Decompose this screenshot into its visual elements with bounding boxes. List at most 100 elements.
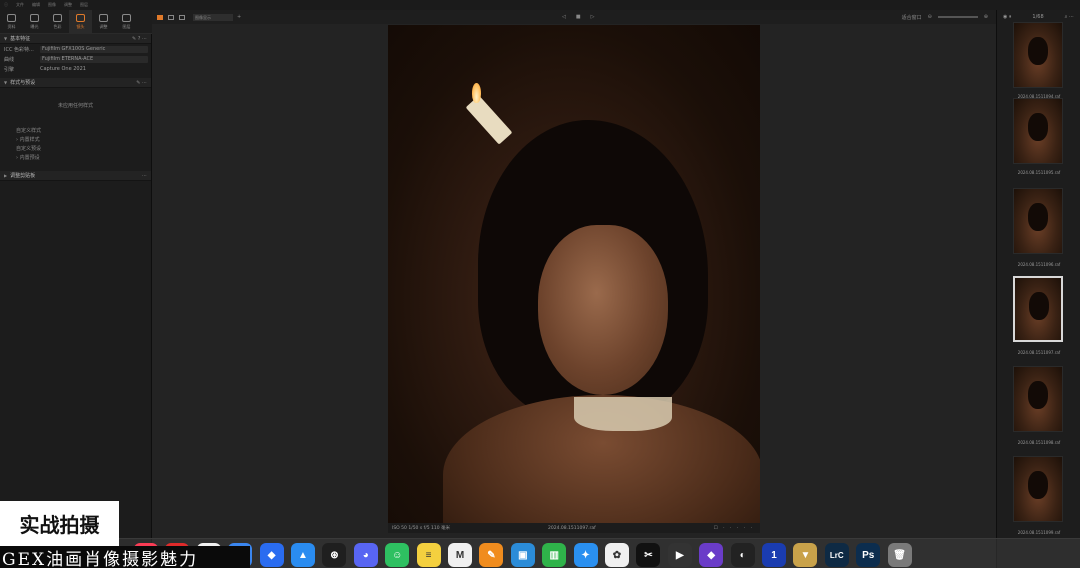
capcut-icon[interactable]: ✂: [636, 543, 661, 567]
menu-bar: ⓘ 文件 编辑 图像 调整 图层: [0, 0, 1080, 10]
zoom-controls: 适合窗口 ⊖ ⊕: [902, 14, 988, 21]
thumbnail[interactable]: [1013, 98, 1063, 164]
add-icon[interactable]: +: [237, 14, 241, 20]
row-label: ICC 色彩特...: [4, 46, 34, 53]
zoom-slider[interactable]: [937, 16, 978, 18]
tool-tab-adjust[interactable]: 调整: [92, 10, 115, 34]
single-view-icon[interactable]: [168, 14, 174, 20]
rating-stars[interactable]: ☐ · · · · ·: [714, 526, 754, 531]
final-cut-icon[interactable]: ▶: [667, 543, 692, 567]
capture-one-icon[interactable]: ◐: [730, 543, 755, 567]
photo-choker: [574, 397, 672, 431]
section-title: 样式与预设: [10, 80, 36, 86]
menu-item[interactable]: 调整: [64, 2, 72, 8]
chevron-right-icon: ▶: [4, 173, 8, 178]
thumbnail-caption: 2024.08.1511098.raf: [1017, 440, 1061, 445]
zoom-in-icon[interactable]: ⊕: [984, 14, 988, 20]
image-viewer: 图像显示 + ◁ ■ ▷ 适合窗口 ⊖ ⊕ ISO 50 1/50 s f/5 …: [152, 10, 996, 568]
library-icon: [7, 14, 16, 22]
row-label: 曲线: [4, 56, 15, 63]
layout-select[interactable]: 图像显示: [193, 13, 233, 21]
pages-icon[interactable]: ✎: [479, 543, 504, 567]
section-styles-presets[interactable]: ▼ 样式与预设 ✎ ⋯: [0, 78, 151, 88]
photos-icon[interactable]: ✿: [605, 543, 629, 567]
thumbnail-caption: 2024.08.1511097.raf: [1017, 350, 1061, 355]
1password-icon[interactable]: 1: [762, 543, 786, 567]
thumbnail[interactable]: [1013, 366, 1063, 432]
safari-icon[interactable]: ✦: [573, 543, 598, 567]
row-label: 引擎: [4, 66, 15, 73]
tree-item[interactable]: 自定义样式: [16, 127, 151, 136]
final-draft-icon[interactable]: ▼: [793, 543, 818, 567]
main-photo[interactable]: [388, 25, 760, 523]
photo-flame: [472, 83, 481, 103]
zoom-out-icon[interactable]: ⊖: [928, 14, 932, 20]
menu-item[interactable]: 编辑: [32, 2, 40, 8]
thumbnail[interactable]: [1013, 188, 1063, 254]
marginnote-icon[interactable]: M: [448, 543, 472, 567]
keynote-icon[interactable]: ▣: [510, 543, 535, 567]
tree-item[interactable]: › 内置预设: [16, 154, 151, 163]
section-title: 调整剪贴板: [10, 173, 36, 179]
lightroom-icon[interactable]: LrC: [824, 543, 849, 567]
filmstrip: ◉ ⏸ 1/68 ⌕ ⋯ 2024.08.1511094.raf 2024.08…: [996, 10, 1080, 568]
photo-face: [538, 225, 668, 395]
tool-tab-color[interactable]: 色彩: [46, 10, 69, 34]
thumbnail[interactable]: [1013, 456, 1063, 522]
search-icon[interactable]: ⌕ ⋯: [1065, 14, 1074, 20]
chatgpt-icon[interactable]: ⊛: [322, 543, 347, 567]
tool-tabs: 资料 曝光 色彩 镜头 调整 图层: [0, 10, 152, 34]
wechat-icon[interactable]: ☺: [385, 543, 410, 567]
dock: ♫yd⚡◎◆▲⊛◕☺≡M✎▣▥✦✿✂▶◆◐1▼LrCPs🗑: [118, 538, 1080, 568]
no-style-note: 未应用任何样式: [57, 103, 93, 109]
thumbnail[interactable]: [1013, 22, 1063, 88]
lens-icon: [76, 14, 85, 22]
menu-item[interactable]: 文件: [16, 2, 24, 8]
tool-tab-lens[interactable]: 镜头: [69, 10, 92, 34]
next-icon[interactable]: ▷: [591, 14, 595, 20]
prev-icon[interactable]: ◁: [562, 14, 566, 20]
notes-icon[interactable]: ≡: [416, 543, 441, 567]
tool-tab-library[interactable]: 资料: [0, 10, 23, 34]
curve-select[interactable]: Fujifilm ETERNA-ACE: [40, 55, 148, 63]
trash-icon[interactable]: 🗑: [887, 543, 912, 567]
styles-tree: 自定义样式 › 内置样式 自定义预设 › 内置预设: [0, 127, 151, 163]
viewer-toolbar: 图像显示 + ◁ ■ ▷ 适合窗口 ⊖ ⊕: [152, 10, 996, 24]
fit-window-button[interactable]: 适合窗口: [902, 14, 922, 21]
view-icon[interactable]: ◉ ⏸: [1003, 14, 1011, 20]
menu-item[interactable]: 图层: [80, 2, 88, 8]
adjust-icon: [99, 14, 108, 22]
exif-meta: ISO 50 1/50 s f/5 110 毫米: [392, 526, 451, 531]
icc-profile-row: ICC 色彩特... Fujifilm GFX100S Generic: [0, 44, 151, 54]
numbers-icon[interactable]: ▥: [542, 543, 567, 567]
tool-tab-exposure[interactable]: 曝光: [23, 10, 46, 34]
thumbnail-selected[interactable]: [1013, 276, 1063, 342]
tree-item[interactable]: › 内置样式: [16, 136, 151, 145]
stop-icon[interactable]: ■: [576, 14, 581, 20]
more-icon[interactable]: ✎ ? ⋯: [132, 36, 147, 42]
viewer-status-bar: ISO 50 1/50 s f/5 110 毫米 2024.08.1511097…: [388, 523, 760, 533]
grid-view-icon[interactable]: [157, 14, 163, 20]
lark-doc-icon[interactable]: ▲: [291, 543, 315, 567]
exposure-icon: [30, 14, 39, 22]
discord-icon[interactable]: ◕: [353, 543, 378, 567]
more-icon[interactable]: ⋯: [142, 173, 147, 179]
thumbnail-caption: 2024.08.1511095.raf: [1017, 170, 1061, 175]
shield-icon[interactable]: ◆: [699, 543, 724, 567]
section-adjust-clipboard[interactable]: ▶ 调整剪贴板 ⋯: [0, 171, 151, 181]
photoshop-icon[interactable]: Ps: [856, 543, 881, 567]
more-icon[interactable]: ✎ ⋯: [136, 80, 147, 86]
viewer-nav: ◁ ■ ▷: [557, 14, 599, 20]
section-title: 基本特征: [10, 36, 31, 42]
caption-title: 实战拍摄: [0, 501, 119, 546]
compare-view-icon[interactable]: [179, 14, 185, 20]
layers-icon: [122, 14, 131, 22]
photo-candle: [465, 95, 513, 145]
section-base-characteristics[interactable]: ▼ 基本特征 ✎ ? ⋯: [0, 34, 151, 44]
menu-item[interactable]: 图像: [48, 2, 56, 8]
feishu-icon[interactable]: ◆: [259, 543, 284, 567]
menu-item[interactable]: ⓘ: [4, 2, 8, 8]
tool-tab-layers[interactable]: 图层: [115, 10, 138, 34]
icc-profile-select[interactable]: Fujifilm GFX100S Generic: [40, 45, 148, 53]
tree-item[interactable]: 自定义预设: [16, 145, 151, 154]
